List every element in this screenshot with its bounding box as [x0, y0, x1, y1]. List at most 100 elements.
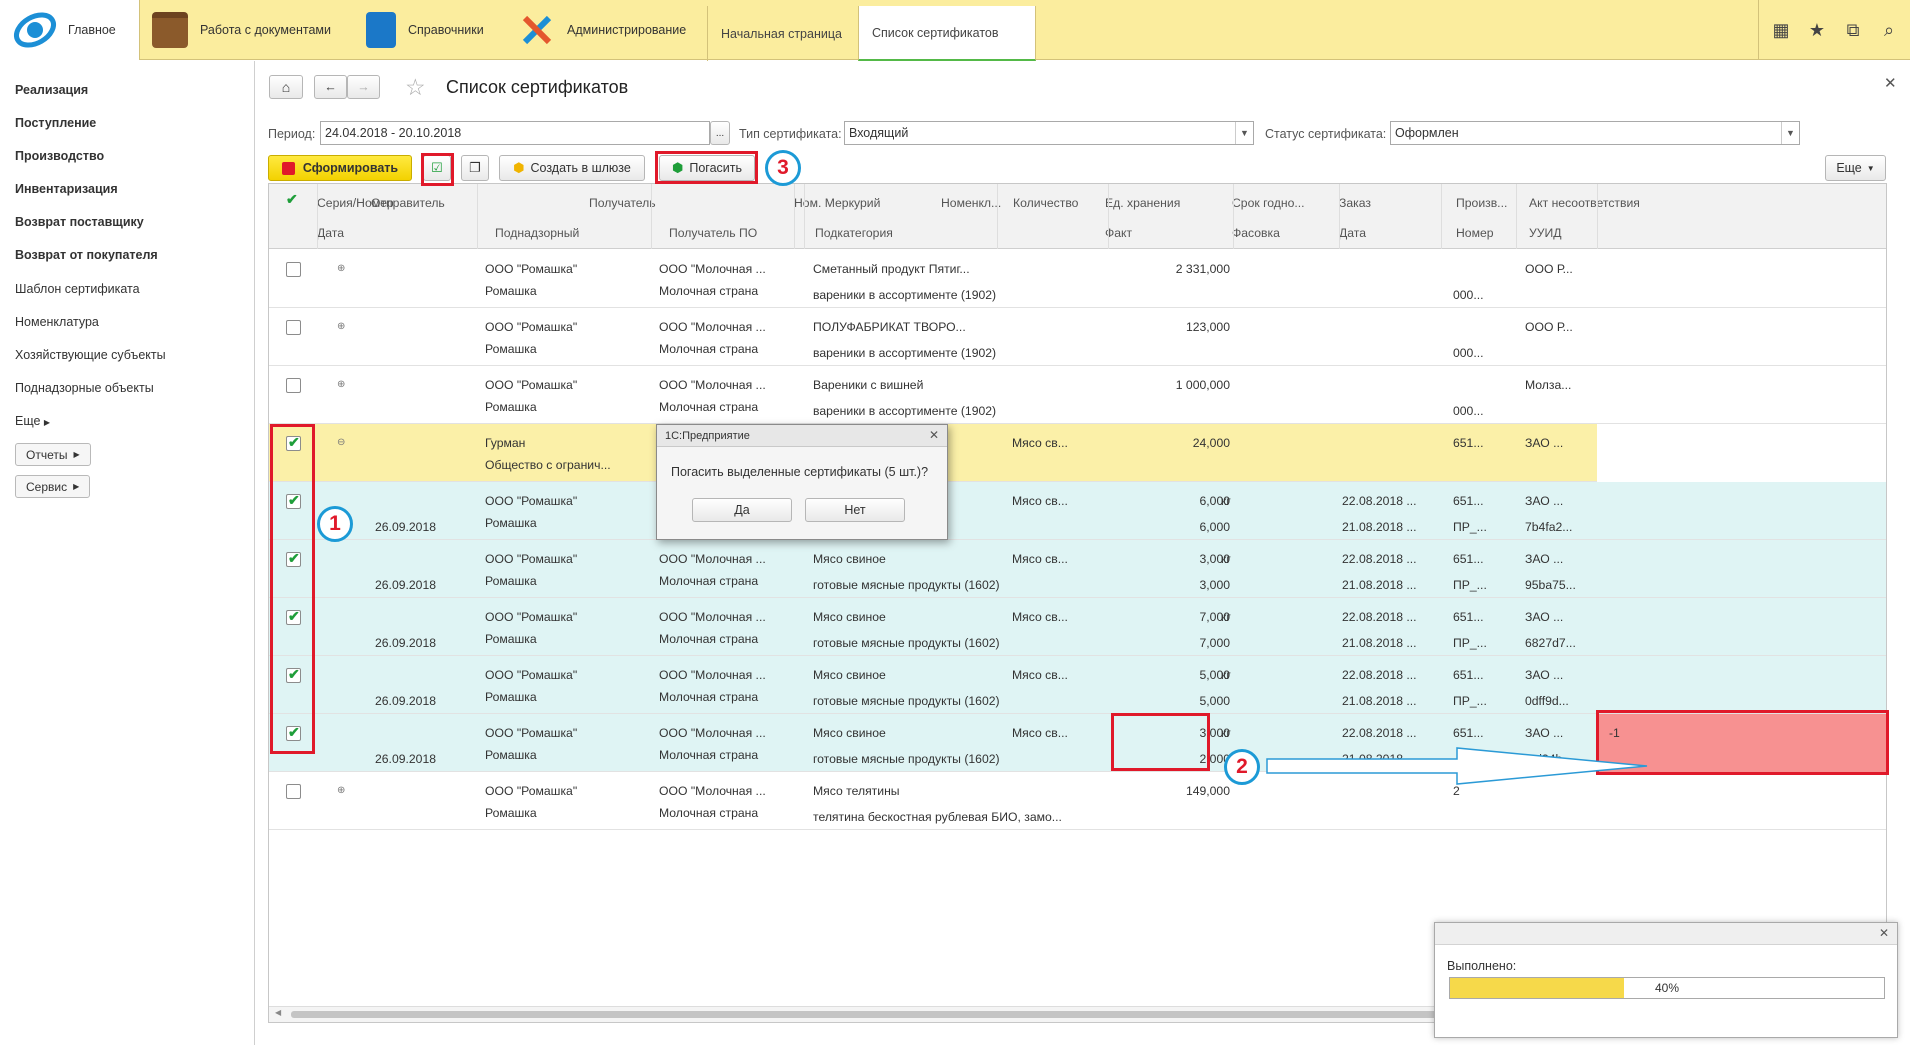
- column-separator: [1233, 184, 1234, 249]
- row-checkbox[interactable]: [286, 320, 301, 335]
- cell-prod: ЗАО ...: [1525, 494, 1564, 508]
- table-group-row[interactable]: ⊖ГурманОбщество с огранич...продукты (16…: [269, 424, 1886, 482]
- sidebar-item-inventory[interactable]: Инвентаризация: [15, 182, 118, 196]
- period-field[interactable]: 24.04.2018 - 20.10.2018: [320, 121, 710, 145]
- scroll-left-icon[interactable]: ◀: [275, 1008, 281, 1017]
- sidebar-item-receipt[interactable]: Поступление: [15, 116, 96, 130]
- apps-grid-icon[interactable]: ▦: [1763, 20, 1799, 41]
- star-icon[interactable]: ★: [1799, 20, 1835, 41]
- column-subheader[interactable]: Поднадзорный: [495, 226, 579, 240]
- forward-button[interactable]: →: [347, 75, 380, 99]
- tab-certificate-list[interactable]: Список сертификатов: [858, 6, 1036, 61]
- column-header[interactable]: Акт несоответствия: [1529, 196, 1640, 210]
- column-header[interactable]: Ед. хранения: [1105, 196, 1180, 210]
- sidebar-item-return-customer[interactable]: Возврат от покупателя: [15, 248, 158, 262]
- sidebar-more[interactable]: Еще ▶: [15, 414, 50, 428]
- expand-toggle-icon[interactable]: ⊕: [337, 263, 345, 274]
- period-select-button[interactable]: ...: [710, 121, 730, 145]
- sidebar-item-production[interactable]: Производство: [15, 149, 104, 163]
- row-checkbox[interactable]: [286, 550, 301, 567]
- column-subheader[interactable]: Факт: [1105, 226, 1132, 240]
- progress-bar: 40%: [1449, 977, 1885, 999]
- section-references[interactable]: Справочники: [366, 0, 484, 60]
- tab-home-page[interactable]: Начальная страница: [707, 6, 858, 61]
- column-subheader[interactable]: Фасовка: [1232, 226, 1280, 240]
- section-main[interactable]: Главное: [0, 0, 140, 60]
- column-header[interactable]: Заказ: [1339, 196, 1371, 210]
- table-row[interactable]: 26.09.2018 ООО "Ромашка" Ромашка ООО "Молоч…: [269, 598, 1886, 656]
- more-button[interactable]: Еще ▼: [1825, 155, 1886, 181]
- cell-merc: ПОЛУФАБРИКАТ ТВОРО...: [813, 320, 966, 334]
- cell-merc: Мясо свиное: [813, 726, 886, 740]
- table-row[interactable]: ⊕ ООО "Ромашка" Ромашка ООО "Молочная ... Мо…: [269, 308, 1886, 366]
- column-header[interactable]: Отправитель: [371, 196, 445, 210]
- column-header[interactable]: Произв...: [1456, 196, 1507, 210]
- column-header[interactable]: Ном. Меркурий: [794, 196, 880, 210]
- row-checkbox[interactable]: [286, 434, 301, 451]
- history-icon[interactable]: ⧉: [1835, 20, 1871, 41]
- certificate-table: Серия/Номер Отправитель Получатель Ном. Мер…: [268, 183, 1887, 1023]
- home-button[interactable]: ⌂: [269, 75, 303, 99]
- type-select[interactable]: Входящий ▼: [844, 121, 1254, 145]
- cell-sender: ООО "Ромашка": [485, 320, 578, 334]
- cell-quantity: 3,000: [1199, 552, 1231, 566]
- redeem-button[interactable]: ⬢ Погасить: [659, 155, 755, 181]
- column-header[interactable]: Номенкл...: [941, 196, 1001, 210]
- column-header[interactable]: Получатель: [589, 196, 656, 210]
- row-checkbox[interactable]: [286, 378, 301, 393]
- expand-toggle-icon[interactable]: ⊕: [337, 321, 345, 332]
- back-button[interactable]: ←: [314, 75, 347, 99]
- create-in-gateway-button[interactable]: ⬢ Создать в шлюзе: [499, 155, 645, 181]
- column-header[interactable]: Количество: [1013, 196, 1078, 210]
- reports-button[interactable]: Отчеты ▶: [15, 443, 91, 466]
- row-checkbox[interactable]: [286, 492, 301, 509]
- select-all-button[interactable]: ☑: [423, 155, 451, 181]
- section-documents[interactable]: Работа с документами: [152, 0, 331, 60]
- triangle-right-icon: ▶: [73, 482, 80, 491]
- cell-order: 651...: [1453, 436, 1484, 450]
- sidebar-item-certificate-template[interactable]: Шаблон сертификата: [15, 282, 140, 296]
- table-row[interactable]: 26.09.2018 ООО "Ромашка" Ромашка ООО "Молоч…: [269, 540, 1886, 598]
- row-checkbox[interactable]: [286, 262, 301, 277]
- column-subheader[interactable]: Получатель ПО: [669, 226, 757, 240]
- expand-toggle-icon[interactable]: ⊕: [337, 785, 345, 796]
- row-checkbox[interactable]: [286, 666, 301, 683]
- progress-close-icon[interactable]: ✕: [1879, 926, 1889, 940]
- table-row[interactable]: 26.09.2018 ООО "Ромашка" Ромашка ООО "Молоч…: [269, 656, 1886, 714]
- column-subheader[interactable]: Номер: [1456, 226, 1494, 240]
- search-icon[interactable]: ⌕: [1871, 20, 1907, 41]
- table-row[interactable]: 26.09.2018ООО "Ромашка"Ромашкапродукты (…: [269, 482, 1886, 540]
- sidebar-item-nomenclature[interactable]: Номенклатура: [15, 315, 99, 329]
- cell-recv2: Молочная страна: [659, 748, 759, 762]
- favorite-star-icon[interactable]: ☆: [405, 74, 426, 101]
- sidebar-item-supervised-objects[interactable]: Поднадзорные объекты: [15, 381, 154, 395]
- row-checkbox[interactable]: [286, 724, 301, 741]
- sidebar-item-return-supplier[interactable]: Возврат поставщику: [15, 215, 144, 229]
- dialog-close-icon[interactable]: ✕: [929, 428, 939, 442]
- dialog-yes-button[interactable]: Да: [692, 498, 792, 522]
- column-subheader[interactable]: Подкатегория: [815, 226, 893, 240]
- column-subheader[interactable]: Дата: [317, 226, 344, 240]
- cell-merc: Мясо свиное: [813, 610, 886, 624]
- close-icon[interactable]: ✕: [1884, 74, 1897, 92]
- service-button[interactable]: Сервис ▶: [15, 475, 91, 498]
- row-checkbox[interactable]: [286, 608, 301, 625]
- cell-sender: ООО "Ромашка": [485, 610, 578, 624]
- table-row[interactable]: ⊕ ООО "Ромашка" Ромашка ООО "Молочная ... Мо…: [269, 366, 1886, 424]
- status-select[interactable]: Оформлен ▼: [1390, 121, 1800, 145]
- section-administration[interactable]: Администрирование: [519, 0, 686, 60]
- select-all-icon[interactable]: [285, 191, 300, 209]
- dialog-no-button[interactable]: Нет: [805, 498, 905, 522]
- column-subheader[interactable]: УУИД: [1529, 226, 1562, 240]
- form-button[interactable]: Сформировать: [268, 155, 412, 181]
- row-checkbox[interactable]: [286, 784, 301, 799]
- sidebar-item-business-entities[interactable]: Хозяйствующие субъекты: [15, 348, 166, 362]
- column-header[interactable]: Срок годно...: [1232, 196, 1305, 210]
- copy-button[interactable]: ❐: [461, 155, 489, 181]
- expand-toggle-icon[interactable]: ⊕: [337, 379, 345, 390]
- table-row[interactable]: ⊕ ООО "Ромашка" Ромашка ООО "Молочная ... Мо…: [269, 250, 1886, 308]
- column-subheader[interactable]: Дата: [1339, 226, 1366, 240]
- sidebar-item-sales[interactable]: Реализация: [15, 83, 88, 97]
- expand-toggle-icon[interactable]: ⊖: [337, 437, 345, 448]
- column-separator: [1108, 184, 1109, 249]
